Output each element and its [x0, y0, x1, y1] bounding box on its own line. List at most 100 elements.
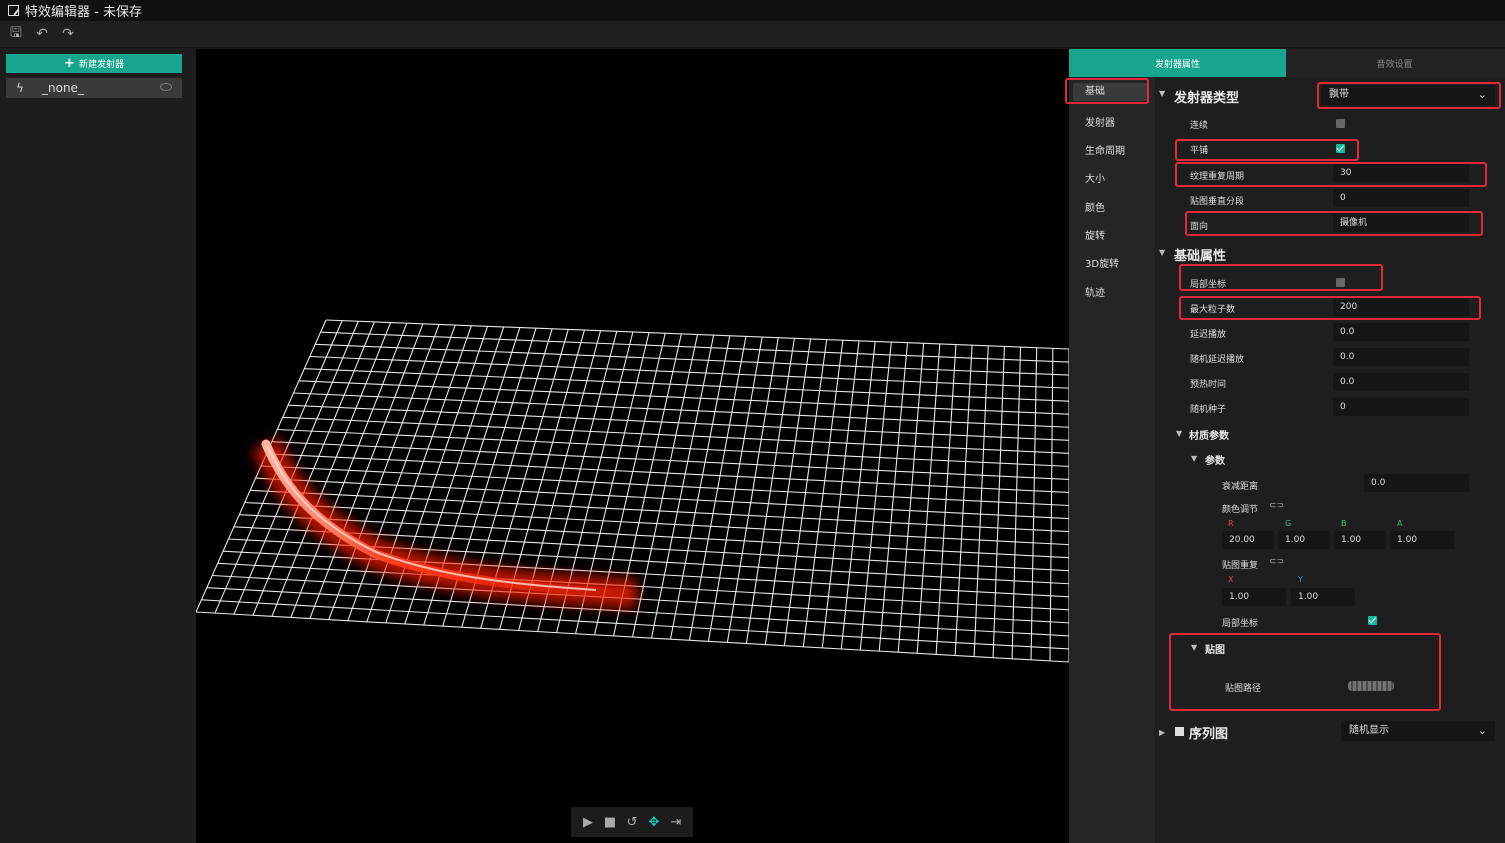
- x-input[interactable]: 1.00: [1222, 588, 1286, 606]
- sequence-label: 序列图: [1189, 727, 1229, 742]
- continuous-checkbox[interactable]: [1336, 119, 1345, 128]
- prewarm-label: 预热时间: [1190, 380, 1227, 390]
- link-icon[interactable]: ⊂⊃: [1269, 557, 1284, 567]
- property-editor: ▼ 发射器类型 飘带 ⌄ 连续 平铺 纹理重复周期 30 贴图垂直分段 0 面向…: [1155, 77, 1505, 843]
- redo-icon[interactable]: ↷: [60, 26, 76, 42]
- new-emitter-label: 新建发射器: [78, 60, 124, 70]
- sequence-value: 随机显示: [1349, 725, 1389, 736]
- vertical-segments-label: 贴图垂直分段: [1190, 197, 1245, 207]
- collapse-arrow-icon[interactable]: ▼: [1159, 89, 1165, 98]
- continuous-label: 连续: [1190, 121, 1209, 131]
- local-coords2-checkbox[interactable]: [1368, 616, 1377, 625]
- local-coords2-label: 局部坐标: [1222, 619, 1259, 629]
- facing-input[interactable]: 摄像机: [1333, 214, 1469, 232]
- fade-distance-input[interactable]: 0.0: [1364, 474, 1469, 492]
- emitter-type-label: 发射器类型: [1174, 91, 1240, 106]
- local-coords-checkbox[interactable]: [1336, 278, 1345, 287]
- save-icon[interactable]: 🖫: [8, 22, 24, 46]
- a-input[interactable]: 1.00: [1390, 531, 1454, 549]
- random-seed-label: 随机种子: [1190, 405, 1227, 415]
- category-color[interactable]: 颜色: [1085, 199, 1105, 214]
- tab-sound-settings[interactable]: 音效设置: [1286, 49, 1503, 77]
- window-title: 特效编辑器 - 未保存: [25, 5, 142, 20]
- y-label: Y: [1298, 575, 1303, 584]
- link-icon[interactable]: ⊂⊃: [1269, 501, 1284, 511]
- basic-props-label: 基础属性: [1174, 249, 1227, 264]
- category-list: 基础 发射器 生命周期 大小 颜色 旋转 3D旋转 轨迹: [1065, 77, 1155, 843]
- category-trail[interactable]: 轨迹: [1085, 284, 1105, 299]
- max-particles-label: 最大粒子数: [1190, 305, 1236, 315]
- category-emitter[interactable]: 发射器: [1085, 114, 1115, 129]
- toolbar: 🖫 ↶ ↷: [0, 21, 1505, 48]
- collapse-arrow-icon[interactable]: ▼: [1191, 454, 1197, 463]
- app-edit-icon: [8, 5, 19, 16]
- color-adjust-label: 颜色调节: [1222, 505, 1259, 515]
- collapse-arrow-icon[interactable]: ▼: [1159, 248, 1165, 257]
- prewarm-input[interactable]: 0.0: [1333, 373, 1469, 391]
- texture-repeat-input[interactable]: 30: [1333, 164, 1469, 182]
- tab-emitter-properties[interactable]: 发射器属性: [1069, 49, 1286, 77]
- texture-repeat2-label: 贴图重复: [1222, 561, 1259, 571]
- params-label: 参数: [1205, 456, 1225, 467]
- expand-arrow-icon[interactable]: ▶: [1159, 728, 1165, 737]
- restart-icon[interactable]: ↺: [623, 815, 641, 830]
- tile-label: 平铺: [1190, 146, 1209, 156]
- move-icon[interactable]: ✥: [645, 815, 663, 830]
- b-input[interactable]: 1.00: [1334, 531, 1386, 549]
- random-delay-label: 随机延迟播放: [1190, 355, 1245, 365]
- stop-icon[interactable]: ■: [601, 815, 619, 830]
- category-basic[interactable]: 基础: [1073, 83, 1149, 101]
- chevron-down-icon: ⌄: [1477, 724, 1487, 737]
- r-channel-label: R: [1228, 519, 1234, 528]
- collapse-arrow-icon[interactable]: ▼: [1176, 429, 1182, 438]
- ribbon-trail: [252, 437, 641, 609]
- emitter-bolt-icon: ϟ: [16, 81, 24, 95]
- max-particles-input[interactable]: 200: [1333, 298, 1469, 316]
- random-seed-input[interactable]: 0: [1333, 398, 1469, 416]
- sequence-select[interactable]: 随机显示 ⌄: [1341, 721, 1495, 741]
- material-params-label: 材质参数: [1189, 431, 1229, 442]
- texture-path-thumbnail[interactable]: [1348, 681, 1394, 691]
- play-icon[interactable]: ▶: [579, 815, 597, 830]
- random-delay-input[interactable]: 0.0: [1333, 348, 1469, 366]
- facing-label: 面向: [1190, 222, 1209, 232]
- scene-canvas[interactable]: [196, 49, 1069, 843]
- category-lifecycle[interactable]: 生命周期: [1085, 142, 1125, 157]
- g-input[interactable]: 1.00: [1278, 531, 1330, 549]
- texture-path-label: 贴图路径: [1225, 684, 1262, 694]
- x-label: X: [1228, 575, 1234, 584]
- emitter-list-item[interactable]: ϟ _none_: [6, 78, 182, 98]
- step-icon[interactable]: ⇥: [667, 815, 685, 830]
- collapse-arrow-icon[interactable]: ▼: [1191, 643, 1197, 652]
- sequence-checkbox[interactable]: [1175, 727, 1184, 736]
- emitter-type-select[interactable]: 飘带 ⌄: [1321, 85, 1495, 105]
- category-3d-rotation[interactable]: 3D旋转: [1085, 255, 1119, 270]
- new-emitter-button[interactable]: + 新建发射器: [6, 54, 182, 73]
- category-size[interactable]: 大小: [1085, 170, 1105, 185]
- undo-icon[interactable]: ↶: [34, 26, 50, 42]
- category-rotation[interactable]: 旋转: [1085, 227, 1105, 242]
- ground-grid: [196, 319, 1069, 663]
- title-bar: 特效编辑器 - 未保存: [0, 0, 1505, 21]
- vertical-segments-input[interactable]: 0: [1333, 189, 1469, 207]
- texture-repeat-label: 纹理重复周期: [1190, 172, 1245, 182]
- fade-distance-label: 衰减距离: [1222, 482, 1259, 492]
- emitter-type-value: 飘带: [1329, 89, 1349, 100]
- emitter-name: _none_: [42, 81, 84, 95]
- g-channel-label: G: [1285, 519, 1292, 528]
- local-coords-label: 局部坐标: [1190, 280, 1227, 290]
- visibility-eye-icon[interactable]: [160, 83, 172, 91]
- b-channel-label: B: [1341, 519, 1347, 528]
- texture-label: 贴图: [1205, 645, 1225, 656]
- r-input[interactable]: 20.00: [1222, 531, 1274, 549]
- a-channel-label: A: [1397, 519, 1403, 528]
- chevron-down-icon: ⌄: [1477, 88, 1487, 101]
- playback-controls: ▶ ■ ↺ ✥ ⇥: [571, 807, 693, 837]
- delay-play-input[interactable]: 0.0: [1333, 323, 1469, 341]
- properties-panel: 发射器属性 音效设置 基础 发射器 生命周期 大小 颜色 旋转 3D旋转 轨迹 …: [1065, 49, 1505, 843]
- delay-play-label: 延迟播放: [1190, 330, 1227, 340]
- scene-viewport[interactable]: ▶ ■ ↺ ✥ ⇥: [196, 49, 1069, 843]
- emitter-list-panel: + 新建发射器 ϟ _none_: [0, 49, 195, 843]
- y-input[interactable]: 1.00: [1291, 588, 1355, 606]
- tile-checkbox[interactable]: [1336, 144, 1345, 153]
